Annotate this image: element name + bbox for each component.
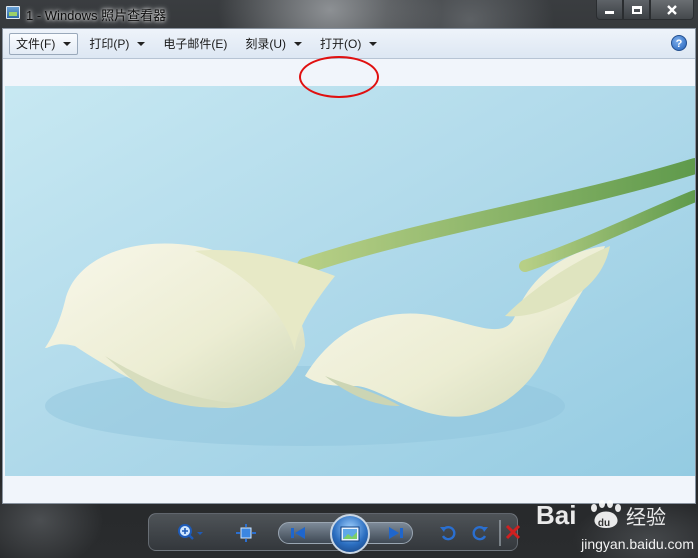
menu-open[interactable]: 打开(O) xyxy=(313,33,384,55)
slideshow-icon xyxy=(340,526,360,542)
menu-email-label: 电子邮件(E) xyxy=(163,37,228,51)
maximize-button[interactable] xyxy=(623,0,650,20)
next-button[interactable] xyxy=(387,525,405,541)
actual-size-icon xyxy=(236,524,256,542)
slideshow-button[interactable] xyxy=(330,514,370,554)
photo-viewer-app-icon[interactable] xyxy=(6,6,20,19)
help-icon[interactable]: ? xyxy=(671,35,687,51)
displayed-photo[interactable] xyxy=(5,86,695,476)
menu-print-label: 打印(P) xyxy=(89,37,130,51)
rotate-left-button[interactable] xyxy=(439,524,457,542)
calla-lily-image xyxy=(5,86,695,476)
rotate-right-button[interactable] xyxy=(471,524,489,542)
divider xyxy=(499,520,501,546)
menu-print[interactable]: 打印(P) xyxy=(82,33,152,55)
previous-icon xyxy=(291,527,305,539)
minimize-button[interactable] xyxy=(596,0,623,20)
menu-file-label: 文件(F) xyxy=(16,37,56,51)
menu-email[interactable]: 电子邮件(E) xyxy=(156,33,234,55)
menu-burn-label: 刻录(U) xyxy=(245,37,286,51)
playback-controls xyxy=(148,513,521,554)
rotate-left-icon xyxy=(440,526,456,541)
maximize-icon xyxy=(631,5,642,14)
baidu-jingyan-logo: Bai du 经验 xyxy=(536,498,696,532)
previous-button[interactable] xyxy=(289,525,307,541)
actual-size-button[interactable] xyxy=(235,524,257,542)
delete-icon xyxy=(505,524,521,540)
zoom-button[interactable] xyxy=(177,524,205,542)
command-bar: 文件(F) 打印(P) 电子邮件(E) 刻录(U) 打开(O) ? xyxy=(3,29,695,59)
svg-text:经验: 经验 xyxy=(626,505,666,529)
red-highlight-circle xyxy=(299,56,379,98)
title-bar[interactable]: 1 - Windows 照片查看器 xyxy=(0,0,698,28)
chevron-down-icon xyxy=(369,41,378,46)
minimize-icon xyxy=(605,11,614,14)
next-icon xyxy=(389,527,403,539)
svg-text:du: du xyxy=(598,518,610,529)
caption-buttons xyxy=(596,0,694,20)
photo-area xyxy=(3,60,695,503)
menu-file[interactable]: 文件(F) xyxy=(9,32,79,55)
svg-text:Bai: Bai xyxy=(536,500,576,530)
photo-viewer-window: 文件(F) 打印(P) 电子邮件(E) 刻录(U) 打开(O) ? xyxy=(2,28,696,504)
rotate-right-icon xyxy=(472,526,488,541)
menu-open-label: 打开(O) xyxy=(320,37,362,51)
chevron-down-icon xyxy=(63,41,72,46)
close-icon xyxy=(667,4,677,15)
chevron-down-icon xyxy=(294,41,302,46)
zoom-icon xyxy=(178,524,203,540)
delete-button[interactable] xyxy=(505,524,521,540)
chevron-down-icon xyxy=(137,41,146,46)
close-button[interactable] xyxy=(650,0,694,20)
menu-burn[interactable]: 刻录(U) xyxy=(238,33,309,55)
watermark-url: jingyan.baidu.com xyxy=(581,536,694,552)
window-title: 1 - Windows 照片查看器 xyxy=(26,8,167,23)
